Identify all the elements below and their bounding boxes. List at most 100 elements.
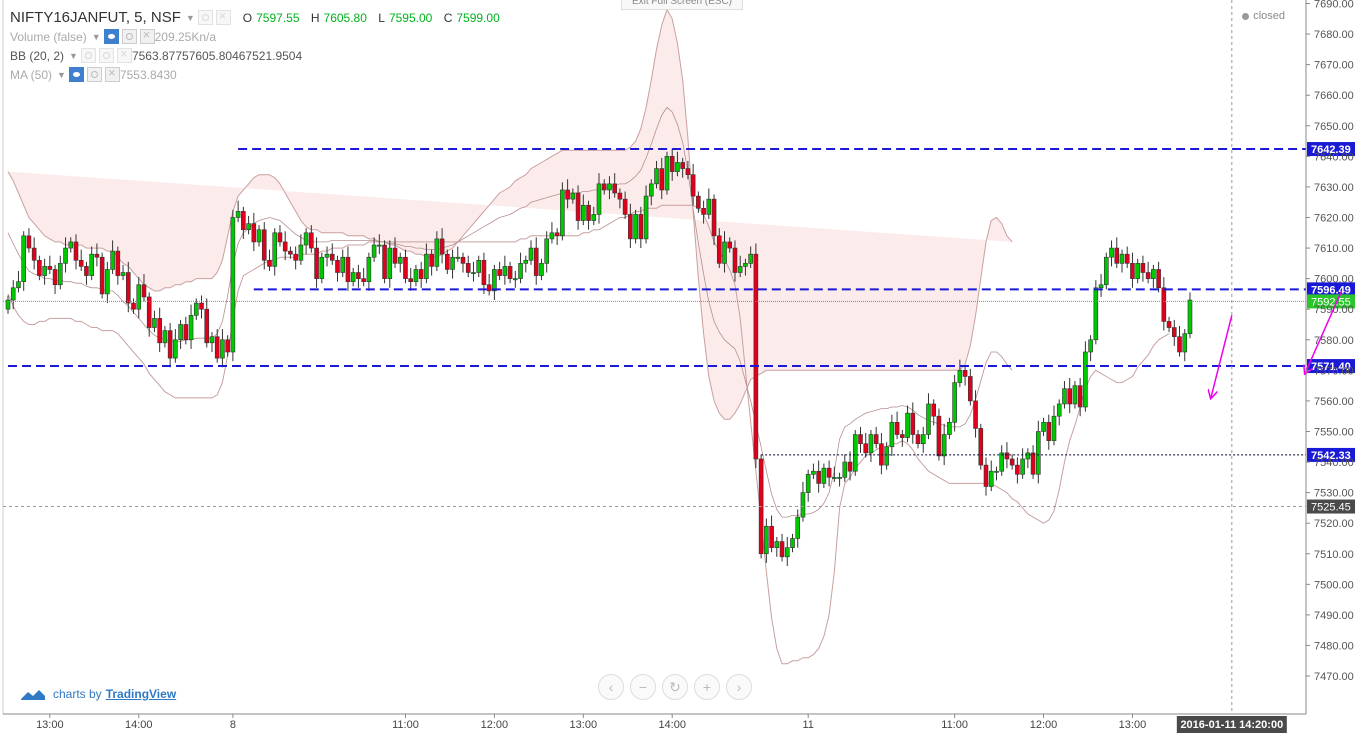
candle-body	[382, 244, 387, 279]
candle-body	[345, 256, 351, 282]
candle-body	[455, 256, 461, 259]
indicator-value: 209.25K	[154, 29, 200, 44]
indicator-value: 7553.8430	[119, 67, 177, 82]
candle-body	[790, 538, 795, 548]
branding[interactable]: charts by TradingView	[20, 687, 176, 701]
chevron-left-icon[interactable]: ‹	[598, 674, 624, 700]
candle-body	[889, 422, 895, 448]
candle-body	[1046, 422, 1052, 441]
chevron-down-icon[interactable]: ▼	[186, 13, 195, 23]
candle-body	[413, 269, 419, 282]
candle-body	[743, 263, 748, 267]
candle-body	[680, 162, 685, 169]
candle-body	[513, 278, 518, 281]
plus-icon[interactable]: +	[694, 674, 720, 700]
candle-body	[920, 434, 926, 445]
settings-icon[interactable]	[80, 48, 96, 63]
candle-body	[842, 461, 848, 478]
price-tick-label: 7500.00	[1314, 579, 1354, 591]
candle-body	[481, 259, 487, 286]
settings-icon[interactable]	[98, 48, 114, 63]
candle-body	[1145, 272, 1151, 279]
candle-body	[737, 266, 743, 273]
settings-icon[interactable]	[197, 10, 213, 25]
indicator-row-volume: Volume (false) ▼ 209.25K n/a	[10, 27, 508, 46]
time-tick-label: 12:00	[481, 719, 509, 731]
price-tick-label: 7670.00	[1314, 60, 1354, 72]
indicator-label[interactable]: Volume (false)	[10, 30, 87, 44]
candle-body	[397, 256, 403, 264]
candle-body	[565, 189, 570, 200]
time-tick-label: 13:00	[1119, 719, 1147, 731]
candle-body	[863, 443, 869, 454]
minus-icon[interactable]: −	[630, 674, 656, 700]
time-tick-label: 14:00	[125, 719, 153, 731]
exit-fullscreen-button[interactable]: Exit Full Screen (ESC)	[621, 0, 743, 10]
candle-body	[915, 434, 921, 445]
market-status: closed	[1242, 10, 1285, 22]
candle-body	[664, 156, 670, 191]
candle-body	[26, 235, 32, 249]
price-tick-label: 7660.00	[1314, 90, 1354, 102]
reset-icon[interactable]: ↻	[662, 674, 688, 700]
candle-body	[408, 278, 414, 282]
candle-body	[539, 263, 544, 276]
close-icon[interactable]	[104, 65, 120, 82]
price-tick-label: 7630.00	[1314, 182, 1354, 194]
candle-body	[403, 256, 408, 279]
indicator-label[interactable]: BB (20, 2)	[10, 49, 64, 63]
chevron-down-icon[interactable]: ▼	[69, 51, 78, 61]
candle-body	[450, 256, 455, 270]
candle-body	[617, 192, 623, 200]
candle-body	[356, 272, 361, 279]
candle-body	[580, 204, 586, 221]
candle-body	[900, 434, 905, 438]
candle-body	[1130, 263, 1135, 279]
indicator-row-bb: BB (20, 2) ▼ 7563.8775 7605.8046 7521.95…	[10, 46, 508, 65]
close-icon[interactable]	[215, 8, 231, 25]
candle-body	[476, 259, 482, 273]
indicator-row-ma: MA (50) ▼ 7553.8430	[10, 65, 508, 84]
candle-body	[544, 238, 549, 264]
chevron-down-icon[interactable]: ▼	[92, 32, 101, 42]
candle-body	[84, 266, 89, 276]
candle-body	[1056, 403, 1062, 417]
candle-body	[73, 241, 79, 261]
candle-body	[570, 192, 576, 200]
candle-body	[1088, 339, 1093, 353]
candle-body	[152, 318, 157, 328]
candle-body	[78, 259, 84, 267]
indicator-label[interactable]: MA (50)	[10, 68, 52, 82]
candle-body	[68, 241, 74, 249]
candle-body	[1015, 464, 1020, 475]
candle-body	[654, 168, 659, 185]
candle-body	[873, 434, 879, 445]
price-tick-label: 7470.00	[1314, 671, 1354, 683]
ohlc-values: O 7597.55 H 7605.80 L 7595.00 C 7599.00	[243, 11, 508, 25]
candle-body	[1041, 422, 1046, 432]
chevron-right-icon[interactable]: ›	[726, 674, 752, 700]
chevron-down-icon[interactable]: ▼	[57, 70, 66, 80]
candle-body	[350, 272, 356, 282]
settings-icon[interactable]	[121, 29, 137, 44]
eye-icon[interactable]	[103, 29, 119, 44]
settings-icon[interactable]	[86, 67, 102, 82]
candle-body	[1135, 263, 1140, 279]
price-chart[interactable]: 7642.397596.497571.407542.337592.557525.…	[0, 0, 1362, 734]
candle-body	[628, 214, 633, 240]
candle-body	[335, 259, 340, 273]
symbol-title[interactable]: NIFTY16JANFUT, 5, NSF	[10, 9, 181, 26]
candle-body	[173, 339, 178, 359]
tradingview-link[interactable]: TradingView	[106, 687, 176, 701]
candle-body	[894, 422, 900, 435]
close-icon[interactable]	[116, 46, 132, 63]
close-icon[interactable]	[139, 27, 155, 44]
candle-body	[314, 247, 319, 279]
candle-body	[800, 492, 806, 518]
candle-body	[125, 272, 131, 304]
candle-body	[16, 281, 21, 289]
eye-icon[interactable]	[68, 67, 84, 82]
candle-body	[779, 541, 785, 558]
candle-body	[31, 247, 37, 261]
candle-body	[199, 302, 204, 310]
